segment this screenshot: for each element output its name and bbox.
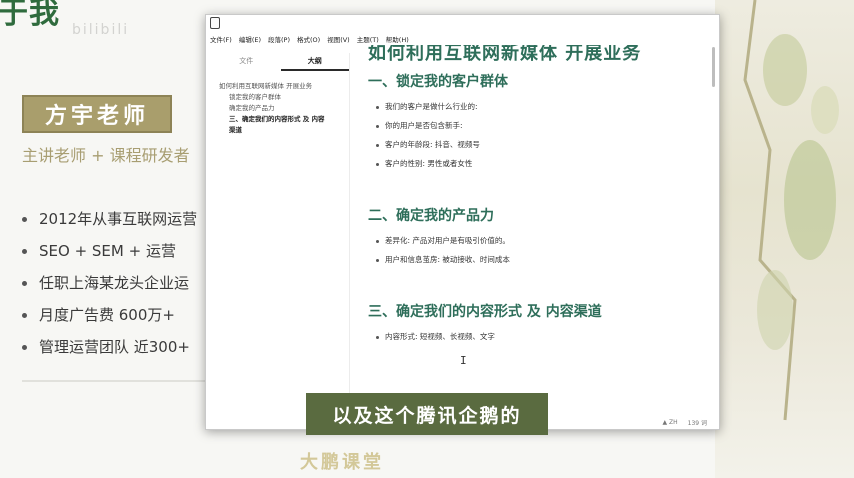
watermark: bilibili xyxy=(72,22,130,38)
bullet-icon xyxy=(376,240,379,243)
bio-item: 任职上海某龙头企业运 xyxy=(22,272,197,304)
list-item: 差异化: 产品对用户是有吸引价值的。 xyxy=(376,235,708,254)
status-word-count: 139 词 xyxy=(687,419,707,427)
bullet-icon xyxy=(22,313,27,318)
name-badge: 方宇老师 xyxy=(22,95,172,133)
tab-outline[interactable]: 大纲 xyxy=(280,53,349,71)
divider xyxy=(22,380,212,382)
outline-item-root[interactable]: 如何利用互联网新媒体 开展业务 xyxy=(219,81,349,92)
section-heading: 一、锁定我的客户群体 xyxy=(368,74,508,90)
bullet-icon xyxy=(376,259,379,262)
list-item: 客户的性别: 男性或者女性 xyxy=(376,158,708,177)
menu-view[interactable]: 视图(V) xyxy=(327,34,350,44)
menu-file[interactable]: 文件(F) xyxy=(210,34,232,44)
plant-decoration xyxy=(715,0,854,478)
bullet-icon xyxy=(376,163,379,166)
scrollbar[interactable] xyxy=(712,47,715,87)
sidebar: 文件 大纲 如何利用互联网新媒体 开展业务 锁定我的客户群体 确定我的产品力 三… xyxy=(212,53,350,425)
role-line: 主讲老师 + 课程研发者 xyxy=(22,146,190,165)
name-badge-text: 方宇老师 xyxy=(44,104,149,129)
doc-title: 如何利用互联网新媒体 开展业务 xyxy=(368,45,642,64)
bio-item: 2012年从事互联网运营 xyxy=(22,208,197,240)
subtitle-text: 以及这个腾讯企鹅的 xyxy=(332,404,522,427)
subtitle-caption: 以及这个腾讯企鹅的 xyxy=(306,393,548,435)
bullet-list: 我们的客户是做什么行业的: 你的用户是否包含新手: 客户的年龄段: 抖音、视频号… xyxy=(376,101,708,177)
bullet-icon xyxy=(22,249,27,254)
menu-theme[interactable]: 主题(T) xyxy=(357,34,379,44)
menu-format[interactable]: 格式(O) xyxy=(297,34,320,44)
bio-item: 月度广告费 600万+ xyxy=(22,304,197,336)
bullet-icon xyxy=(376,125,379,128)
outline-item[interactable]: 确定我的产品力 xyxy=(219,103,349,114)
bullet-icon xyxy=(22,281,27,286)
titlebar xyxy=(206,15,719,31)
bio-item: SEO + SEM + 运营 xyxy=(22,240,197,272)
editor-window: 文件(F) 编辑(E) 段落(P) 格式(O) 视图(V) 主题(T) 帮助(H… xyxy=(205,14,720,430)
list-item: 你的用户是否包含新手: xyxy=(376,120,708,139)
menu-bar: 文件(F) 编辑(E) 段落(P) 格式(O) 视图(V) 主题(T) 帮助(H… xyxy=(206,32,416,45)
bullet-list: 内容形式: 短视频、长视频、文字 xyxy=(376,331,708,350)
tab-files[interactable]: 文件 xyxy=(212,53,281,71)
menu-help[interactable]: 帮助(H) xyxy=(386,34,409,44)
list-item: 客户的年龄段: 抖音、视频号 xyxy=(376,139,708,158)
bullet-icon xyxy=(376,336,379,339)
bullet-list: 差异化: 产品对用户是有吸引价值的。 用户和信息茧房: 被动接收、时间成本 xyxy=(376,235,708,273)
menu-edit[interactable]: 编辑(E) xyxy=(239,34,261,44)
bullet-icon xyxy=(22,345,27,350)
status-warning[interactable]: ▲ ZH xyxy=(662,419,677,426)
list-item: 用户和信息茧房: 被动接收、时间成本 xyxy=(376,254,708,273)
sidebar-tabs: 文件 大纲 xyxy=(212,53,349,71)
outline-item[interactable]: 锁定我的客户群体 xyxy=(219,92,349,103)
text-cursor-icon: I xyxy=(460,354,467,367)
list-item: 内容形式: 短视频、长视频、文字 xyxy=(376,331,708,350)
section-heading: 二、确定我的产品力 xyxy=(368,208,494,224)
bio-list: 2012年从事互联网运营 SEO + SEM + 运营 任职上海某龙头企业运 月… xyxy=(22,208,197,368)
bullet-icon xyxy=(376,106,379,109)
slide-title: 于我 xyxy=(0,0,60,31)
document-content[interactable]: 如何利用互联网新媒体 开展业务 一、锁定我的客户群体 我们的客户是做什么行业的:… xyxy=(358,45,708,415)
menu-paragraph[interactable]: 段落(P) xyxy=(268,34,290,44)
outline-item-current[interactable]: 三、确定我们的内容形式 及 内容渠道 xyxy=(219,114,331,136)
bullet-icon xyxy=(376,144,379,147)
list-item: 我们的客户是做什么行业的: xyxy=(376,101,708,120)
section-heading: 三、确定我们的内容形式 及 内容渠道 xyxy=(368,304,602,320)
outline-tree: 如何利用互联网新媒体 开展业务 锁定我的客户群体 确定我的产品力 三、确定我们的… xyxy=(212,81,349,136)
plant-icon xyxy=(743,0,839,421)
bio-item: 管理运营团队 近300+ xyxy=(22,336,197,368)
bullet-icon xyxy=(22,217,27,222)
app-icon xyxy=(210,17,220,29)
brand-logo: 大鹏课堂 xyxy=(300,452,384,473)
